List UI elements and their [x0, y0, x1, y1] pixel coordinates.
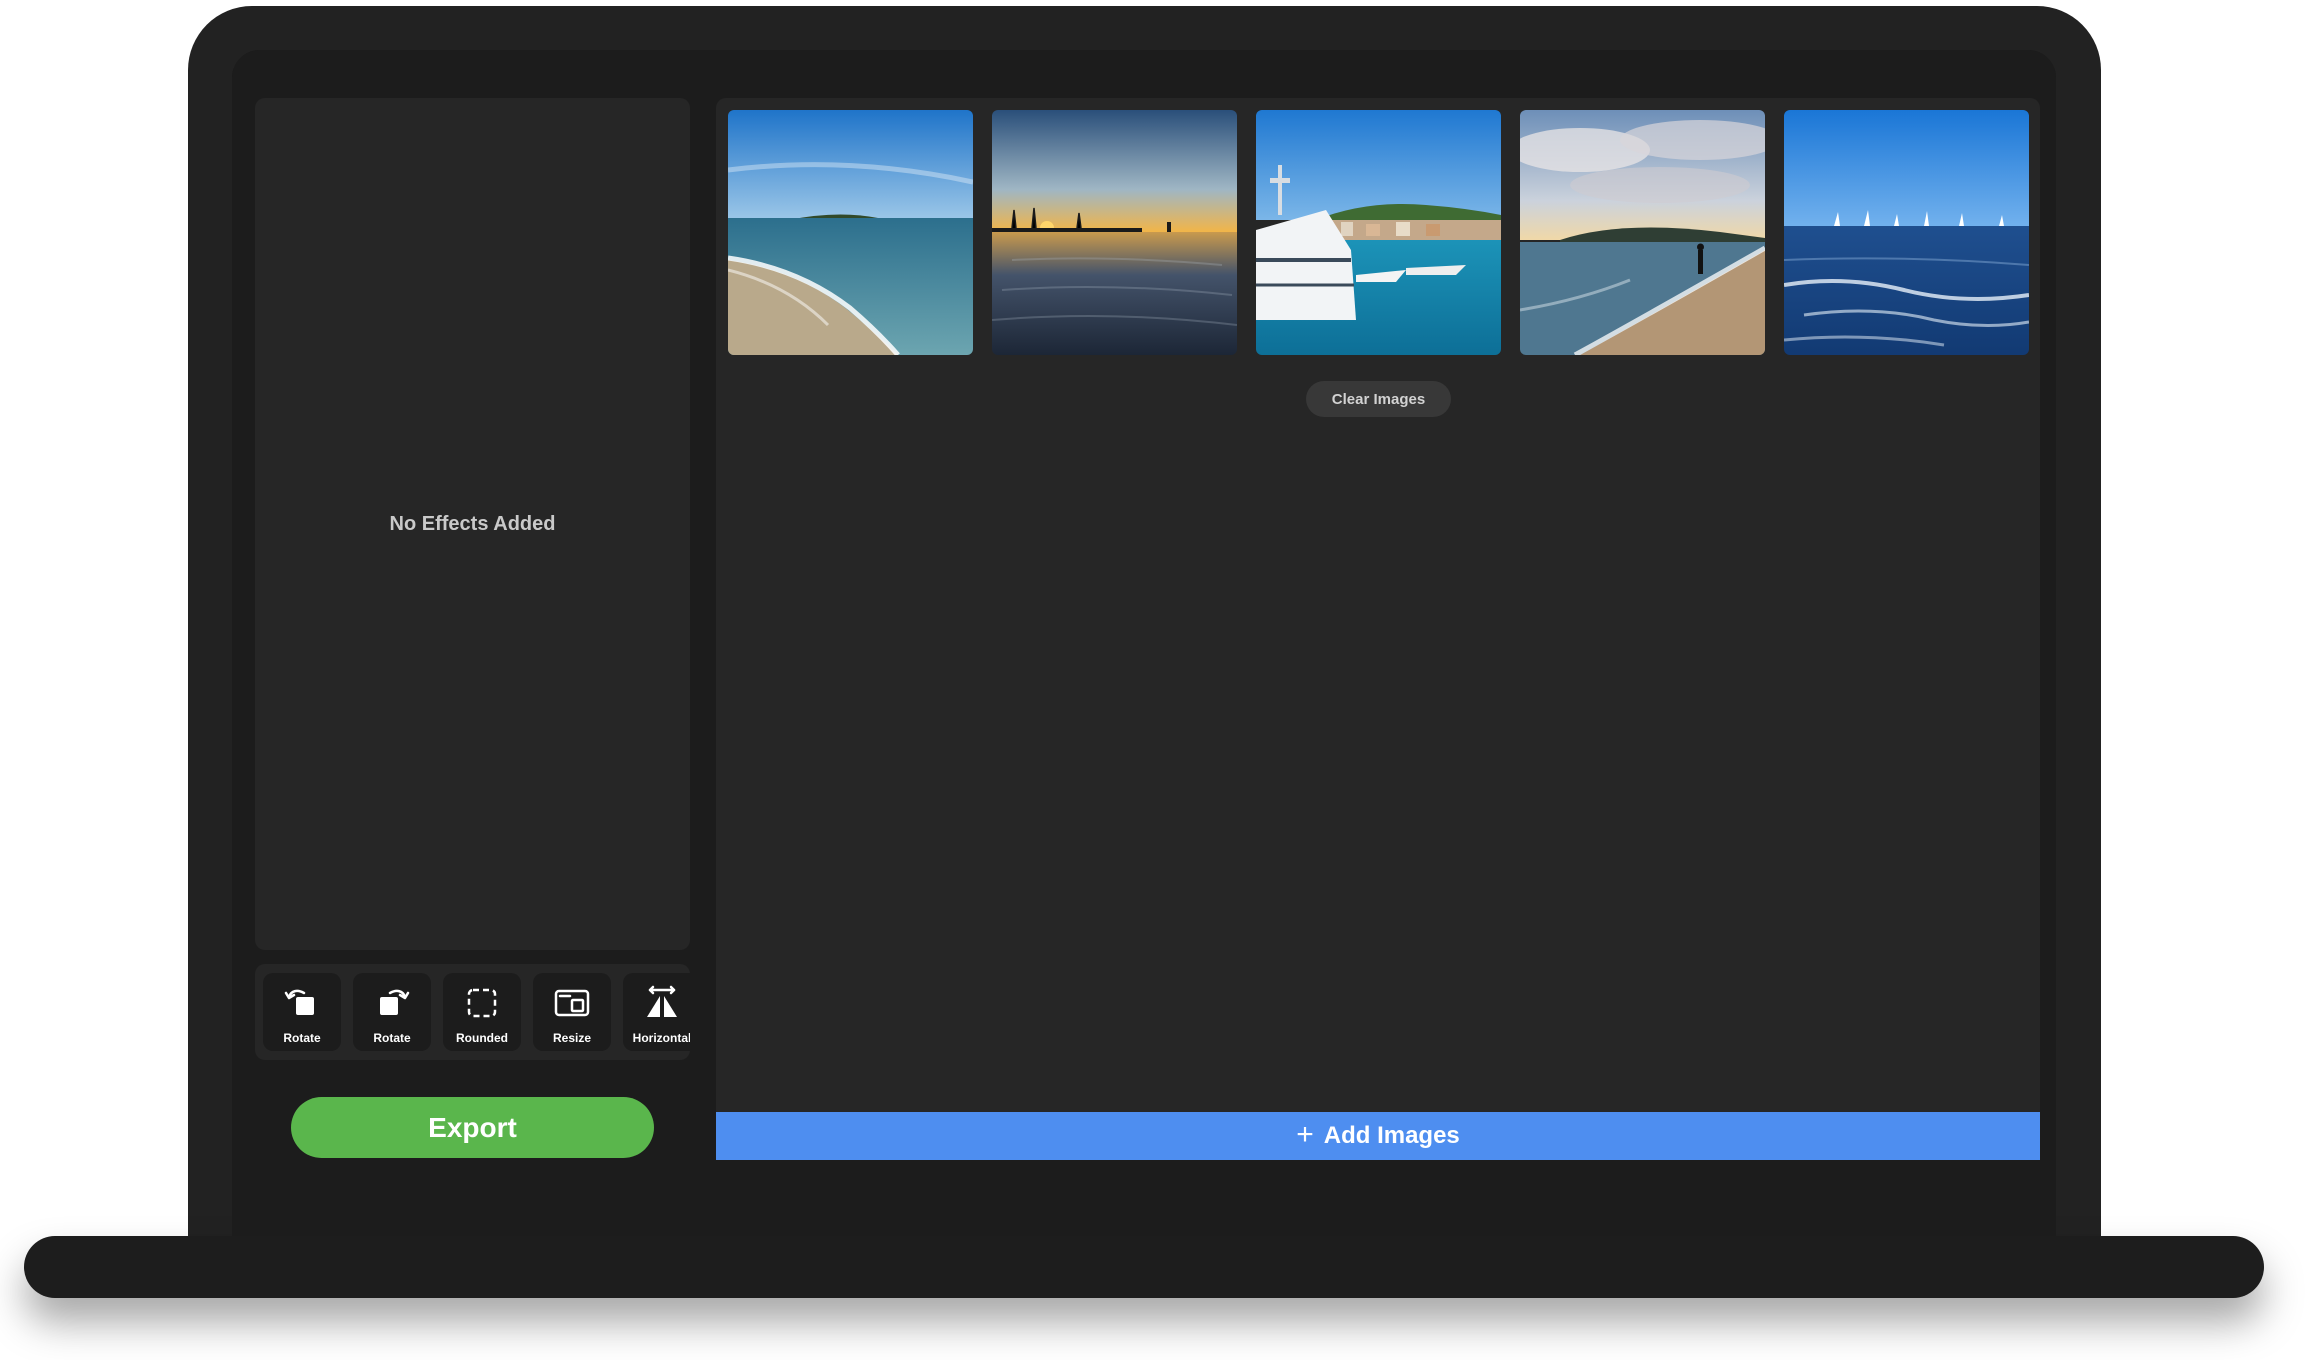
rounded-corners-icon — [467, 988, 497, 1018]
resize-button[interactable]: Resize — [533, 973, 611, 1051]
tool-label: Horizontal — [632, 1031, 690, 1045]
tool-label: Rotate — [283, 1031, 321, 1045]
tool-strip: Rotate Rotate Rounded Resize Horizontal — [255, 964, 690, 1060]
resize-icon — [554, 989, 590, 1017]
rotate-right-icon — [380, 989, 410, 1015]
plus-icon: + — [1296, 1118, 1314, 1151]
tool-label: Rotate — [373, 1031, 411, 1045]
effects-empty-message: No Effects Added — [389, 512, 556, 535]
export-button[interactable]: Export — [291, 1097, 654, 1158]
laptop-base — [24, 1236, 2264, 1298]
clear-images-button[interactable]: Clear Images — [1306, 381, 1451, 417]
effects-panel: No Effects Added — [255, 98, 690, 950]
tool-label: Resize — [552, 1031, 592, 1045]
rotate-right-button[interactable]: Rotate — [353, 973, 431, 1051]
image-thumbnail[interactable] — [1784, 110, 2029, 355]
image-thumbnail[interactable] — [1520, 110, 1765, 355]
flip-horizontal-icon — [647, 985, 677, 1017]
image-thumbnail[interactable] — [728, 110, 973, 355]
app-window: No Effects Added Rotate Rotate Rounded R… — [232, 50, 2056, 1236]
image-grid-panel: Clear Images + Add Images — [716, 98, 2040, 1160]
rounded-corners-button[interactable]: Rounded — [443, 973, 521, 1051]
rotate-left-button[interactable]: Rotate — [263, 973, 341, 1051]
add-images-button[interactable]: + Add Images — [716, 1112, 2040, 1160]
image-thumbnail[interactable] — [992, 110, 1237, 355]
rotate-left-icon — [284, 989, 314, 1015]
add-images-label: Add Images — [1323, 1122, 1460, 1149]
tool-label: Rounded — [456, 1031, 508, 1045]
image-thumbnail[interactable] — [1256, 110, 1501, 355]
flip-horizontal-button[interactable]: Horizontal — [623, 973, 690, 1051]
